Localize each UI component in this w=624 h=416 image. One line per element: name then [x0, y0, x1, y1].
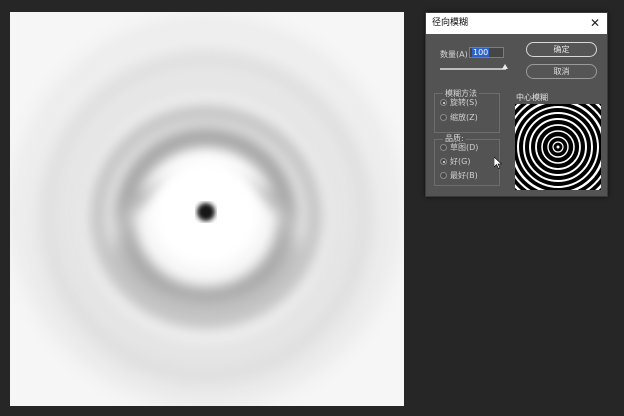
amount-input[interactable]: 100 — [469, 47, 504, 58]
close-icon[interactable]: ✕ — [588, 13, 602, 34]
mouse-pointer-icon — [494, 157, 502, 169]
blur-center-preview[interactable] — [515, 104, 601, 190]
radio-good-label: 好(G) — [450, 157, 471, 166]
radio-zoom-label: 缩放(Z) — [450, 113, 478, 122]
amount-slider[interactable] — [440, 68, 506, 70]
radio-best-button[interactable] — [440, 172, 447, 179]
ok-button[interactable]: 确定 — [526, 42, 597, 57]
concentric-circles-preview — [515, 104, 601, 190]
amount-slider-thumb[interactable] — [502, 64, 508, 69]
blur-center-label: 中心模糊 — [516, 93, 548, 102]
radial-blur-dialog: 径向模糊 ✕ 数量(A) 100 确定 取消 模糊方法 旋转(S) 缩放(Z) … — [425, 12, 608, 197]
amount-value: 100 — [472, 48, 490, 57]
radio-spin-button[interactable] — [440, 99, 447, 106]
radio-best-label: 最好(B) — [450, 171, 478, 180]
image-canvas[interactable] — [10, 12, 404, 406]
dialog-titlebar[interactable]: 径向模糊 ✕ — [426, 13, 607, 34]
radial-blur-image — [10, 12, 404, 406]
amount-slider-fill — [440, 68, 506, 70]
radio-spin-label: 旋转(S) — [450, 98, 478, 107]
radio-draft-label: 草图(D) — [450, 143, 479, 152]
cancel-button[interactable]: 取消 — [526, 64, 597, 79]
radio-zoom-button[interactable] — [440, 114, 447, 121]
amount-label: 数量(A) — [440, 50, 468, 59]
radio-draft-button[interactable] — [440, 144, 447, 151]
radio-good-button[interactable] — [440, 158, 447, 165]
dialog-title: 径向模糊 — [432, 18, 469, 28]
